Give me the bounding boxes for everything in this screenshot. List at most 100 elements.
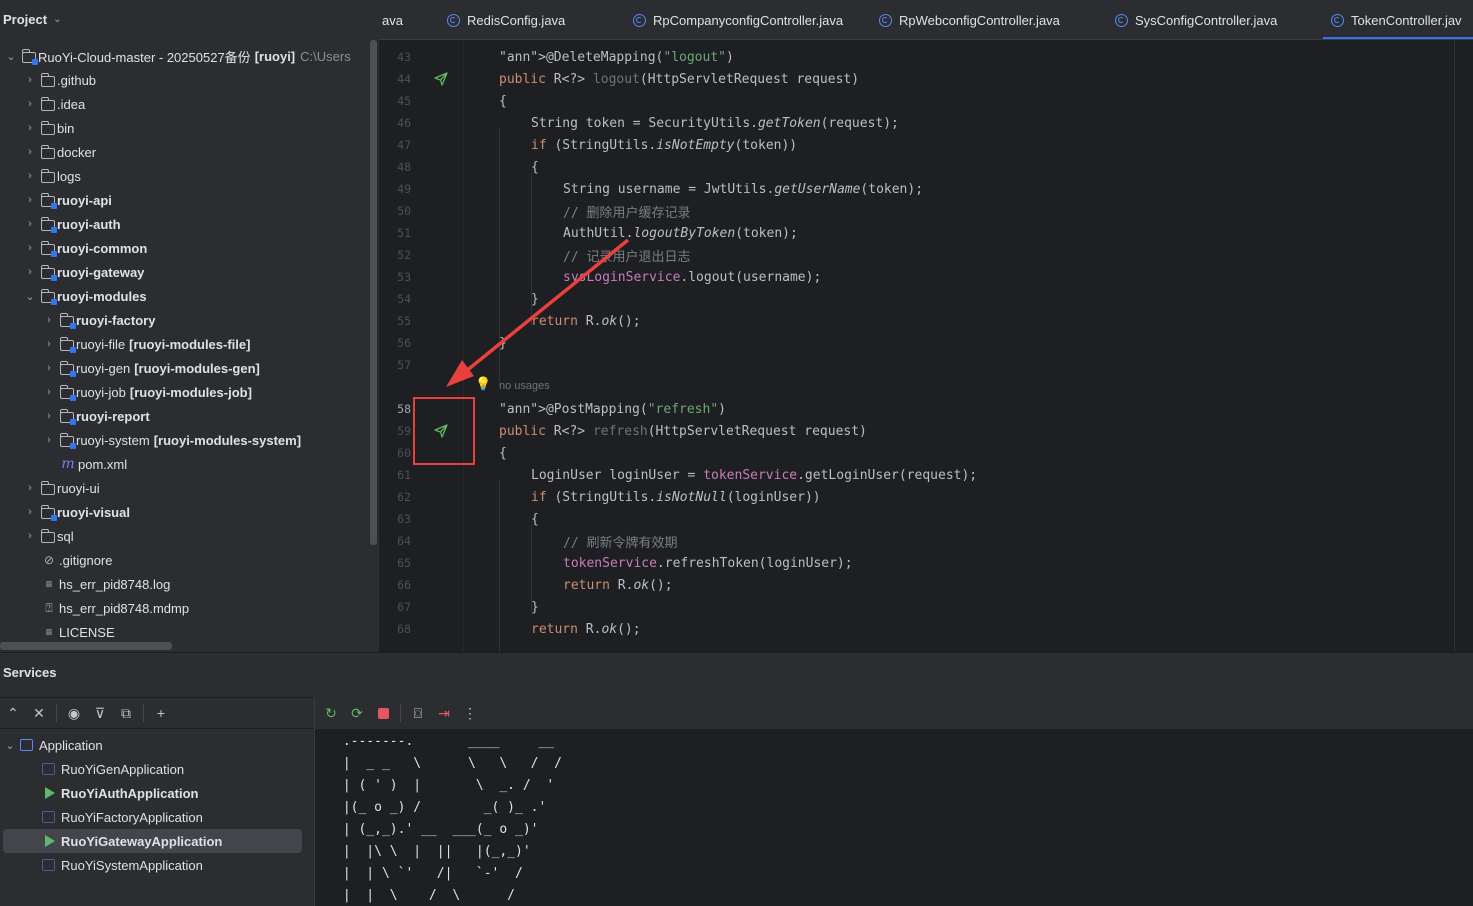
rerun-icon[interactable]: ↻ <box>318 700 344 726</box>
editor-tab[interactable]: RpWebconfigController.java <box>879 0 1060 39</box>
chevron-right-icon[interactable]: › <box>23 266 37 278</box>
send-request-icon[interactable] <box>434 72 448 86</box>
project-tree-item[interactable]: › ruoyi-ui <box>0 476 370 500</box>
project-tree-item[interactable]: ⊘ .gitignore <box>0 548 370 572</box>
project-horizontal-scrollbar[interactable] <box>0 642 172 650</box>
code-line[interactable]: 62 if (StringUtils.isNotNull(loginUser)) <box>379 486 1473 508</box>
project-tree-item[interactable]: › ruoyi-api <box>0 188 370 212</box>
project-tree-item[interactable]: › ruoyi-system [ruoyi-modules-system] <box>0 428 370 452</box>
code-line[interactable]: 59 public R<?> refresh(HttpServletRequest… <box>379 420 1473 442</box>
project-tree-item[interactable]: ⌄ RuoYi-Cloud-master - 20250527备份 [ruoyi] C… <box>0 44 370 68</box>
chevron-right-icon[interactable]: › <box>23 194 37 206</box>
code-line[interactable]: 57 <box>379 354 1473 376</box>
chevron-down-icon[interactable]: ⌄ <box>4 50 18 63</box>
code-line[interactable]: 46 String token = SecurityUtils.getToken(… <box>379 112 1473 134</box>
collapse-all-icon[interactable]: ✕ <box>26 700 52 726</box>
chevron-right-icon[interactable]: › <box>42 314 56 326</box>
code-line[interactable]: 54} <box>379 288 1473 310</box>
editor-tab[interactable]: RedisConfig.java <box>447 0 565 39</box>
code-line[interactable]: 63 { <box>379 508 1473 530</box>
project-tree-item[interactable]: › ruoyi-visual <box>0 500 370 524</box>
code-line[interactable]: 56} <box>379 332 1473 354</box>
run-console[interactable]: ↻ ⟳ ⌼ ⇥ ⋮ .-------. ____ __ | _ _ \ \ \ … <box>314 697 1473 906</box>
code-line[interactable]: 64 // 刷新令牌有效期 <box>379 530 1473 552</box>
chevron-down-icon[interactable]: ⌄ <box>0 739 20 752</box>
service-app-item[interactable]: RuoYiFactoryApplication <box>0 805 314 829</box>
editor-tab[interactable]: ava <box>382 0 403 39</box>
restart-icon[interactable]: ⟳ <box>344 700 370 726</box>
chevron-right-icon[interactable]: › <box>23 530 37 542</box>
project-tree-item[interactable]: ⍰ hs_err_pid8748.mdmp <box>0 596 370 620</box>
stop-icon[interactable] <box>370 700 396 726</box>
chevron-right-icon[interactable]: › <box>23 98 37 110</box>
project-tree-item[interactable]: › logs <box>0 164 370 188</box>
code-line[interactable]: 55 return R.ok(); <box>379 310 1473 332</box>
chevron-right-icon[interactable]: › <box>23 170 37 182</box>
project-tree-item[interactable]: › ruoyi-file [ruoyi-modules-file] <box>0 332 370 356</box>
project-tree-item[interactable]: › .github <box>0 68 370 92</box>
code-line[interactable]: 44 public R<?> logout(HttpServletRequest … <box>379 68 1473 90</box>
chevron-right-icon[interactable]: › <box>23 506 37 518</box>
services-root-application[interactable]: ⌄ Application <box>0 733 314 757</box>
project-tree-item[interactable]: › docker <box>0 140 370 164</box>
more-options-icon[interactable]: ⋮ <box>457 700 483 726</box>
exit-icon[interactable]: ⇥ <box>431 700 457 726</box>
service-app-item[interactable]: RuoYiAuthApplication <box>0 781 314 805</box>
project-tree-item[interactable]: m pom.xml <box>0 452 370 476</box>
code-line[interactable]: 50 // 删除用户缓存记录 <box>379 200 1473 222</box>
code-line[interactable]: 52 // 记录用户退出日志 <box>379 244 1473 266</box>
editor-tab[interactable]: RpCompanyconfigController.java <box>633 0 843 39</box>
chevron-right-icon[interactable]: › <box>42 386 56 398</box>
project-tree-item[interactable]: › ruoyi-factory <box>0 308 370 332</box>
project-tree-item[interactable]: ≡ hs_err_pid8748.log <box>0 572 370 596</box>
code-line[interactable]: 66 return R.ok(); <box>379 574 1473 596</box>
add-service-icon[interactable]: + <box>148 700 174 726</box>
project-tree-item[interactable]: › ruoyi-job [ruoyi-modules-job] <box>0 380 370 404</box>
new-tab-icon[interactable]: ⧉ <box>113 700 139 726</box>
project-tree-item[interactable]: › .idea <box>0 92 370 116</box>
project-tree-item[interactable]: › bin <box>0 116 370 140</box>
chevron-right-icon[interactable]: › <box>42 338 56 350</box>
project-tree-item[interactable]: › sql <box>0 524 370 548</box>
chevron-down-icon[interactable]: ⌄ <box>53 14 61 25</box>
filter-icon[interactable]: ⊽ <box>87 700 113 726</box>
project-view-header[interactable]: Project ⌄ <box>0 0 379 38</box>
eye-icon[interactable]: ◉ <box>61 700 87 726</box>
project-tree-item[interactable]: › ruoyi-gen [ruoyi-modules-gen] <box>0 356 370 380</box>
code-line[interactable]: 49 String username = JwtUtils.getUserName… <box>379 178 1473 200</box>
camera-icon[interactable]: ⌼ <box>405 700 431 726</box>
chevron-right-icon[interactable]: › <box>42 362 56 374</box>
chevron-right-icon[interactable]: › <box>42 410 56 422</box>
project-tree-item[interactable]: › ruoyi-gateway <box>0 260 370 284</box>
chevron-right-icon[interactable]: › <box>23 218 37 230</box>
code-line[interactable]: 67} <box>379 596 1473 618</box>
project-scrollbar[interactable] <box>370 40 377 545</box>
project-tree-item[interactable]: › ruoyi-auth <box>0 212 370 236</box>
chevron-right-icon[interactable]: › <box>23 74 37 86</box>
chevron-right-icon[interactable]: › <box>23 482 37 494</box>
service-app-item[interactable]: RuoYiGatewayApplication <box>3 829 302 853</box>
code-line[interactable]: 58 "ann">@PostMapping("refresh") <box>379 398 1473 420</box>
project-tree-item[interactable]: › ruoyi-report <box>0 404 370 428</box>
chevron-right-icon[interactable]: › <box>42 434 56 446</box>
lightbulb-icon[interactable]: 💡 <box>475 376 491 392</box>
project-tree-item[interactable]: › ruoyi-common <box>0 236 370 260</box>
chevron-right-icon[interactable]: › <box>23 146 37 158</box>
editor-tab[interactable]: TokenController.jav <box>1323 0 1473 39</box>
editor-tab[interactable]: SysConfigController.java <box>1115 0 1277 39</box>
code-line[interactable]: 47 if (StringUtils.isNotEmpty(token)) <box>379 134 1473 156</box>
code-line[interactable]: 68 return R.ok(); <box>379 618 1473 640</box>
code-editor[interactable]: 43 "ann">@DeleteMapping("logout") 44 public… <box>379 40 1473 652</box>
code-line[interactable]: 48 { <box>379 156 1473 178</box>
code-line[interactable]: 61 LoginUser loginUser = tokenService.get… <box>379 464 1473 486</box>
project-tree-item[interactable]: ≡ LICENSE <box>0 620 370 644</box>
code-line[interactable]: 60 { <box>379 442 1473 464</box>
code-line[interactable]: 53 sysLoginService.logout(username); <box>379 266 1473 288</box>
chevron-right-icon[interactable]: › <box>23 122 37 134</box>
code-line[interactable]: 65 tokenService.refreshToken(loginUser); <box>379 552 1473 574</box>
chevron-down-icon[interactable]: ⌄ <box>23 290 37 303</box>
chevron-right-icon[interactable]: › <box>23 242 37 254</box>
service-app-item[interactable]: RuoYiGenApplication <box>0 757 314 781</box>
service-app-item[interactable]: RuoYiSystemApplication <box>0 853 314 877</box>
code-line[interactable]: 43 "ann">@DeleteMapping("logout") <box>379 46 1473 68</box>
